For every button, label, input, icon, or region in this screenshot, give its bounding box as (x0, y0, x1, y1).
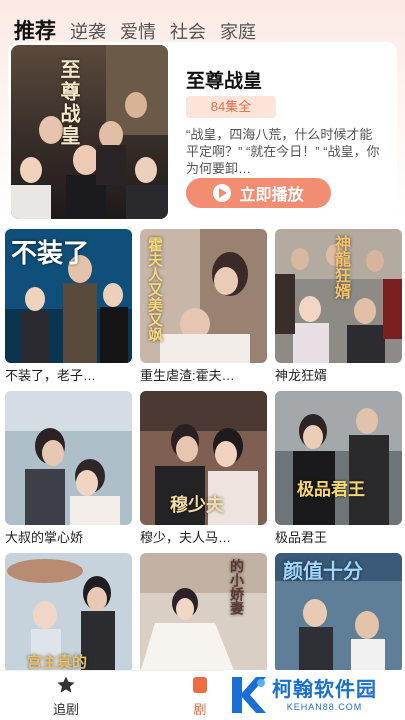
drama-title: 重生虐渣:霍夫… (140, 368, 235, 383)
watermark: 柯翰软件园 KEHAN88.COM (224, 670, 405, 720)
featured-poster-image (11, 45, 168, 219)
drama-card[interactable]: 大叔的掌心娇 (5, 391, 132, 547)
drama-poster[interactable]: 极品君王 (275, 391, 402, 525)
drama-title: 穆少，夫人马… (140, 530, 232, 545)
drama-poster[interactable]: 神龍狂婿 (275, 229, 402, 363)
watermark-url: KEHAN88.COM (286, 702, 363, 712)
drama-poster[interactable]: 穆少夫 (140, 391, 267, 525)
drama-poster-image (5, 391, 132, 525)
drama-poster-title: 极品君王 (297, 480, 365, 500)
featured-poster-title: 至尊战皇 (57, 59, 81, 147)
tab-comeback[interactable]: 逆袭 (70, 20, 106, 44)
tab-society[interactable]: 社会 (170, 20, 206, 44)
drama-poster[interactable]: 宫主真的 (5, 553, 132, 673)
nav-follow-label: 追剧 (52, 702, 79, 717)
watermark-name: 柯翰软件园 (272, 679, 377, 701)
drama-card[interactable]: 霍夫人又美又飒 重生虐渣:霍夫… (140, 229, 267, 385)
drama-poster-title: 霍夫人又美又飒 (146, 237, 164, 342)
nav-follow[interactable]: 追剧 (36, 675, 96, 718)
featured-description: “战皇，四海八荒，什么时候才能平定啊？” “就在今日！” “战皇，你为何要卸… (186, 127, 380, 176)
play-now-label: 立即播放 (239, 187, 304, 204)
nav-theater-label: 剧 (193, 702, 207, 717)
tab-romance[interactable]: 爱情 (120, 20, 156, 44)
play-now-button[interactable]: 立即播放 (186, 178, 331, 208)
featured-title: 至尊战皇 (186, 71, 263, 92)
drama-poster-title: 不装了 (11, 239, 90, 269)
drama-poster-title: 穆少夫 (170, 495, 224, 516)
nav-theater[interactable]: 剧 (170, 675, 230, 718)
star-icon (57, 676, 75, 693)
drama-poster[interactable] (5, 391, 132, 525)
drama-poster[interactable]: 颜值十分 (275, 553, 402, 673)
play-icon (213, 184, 232, 202)
featured-drama-card[interactable]: 至尊战皇 至尊战皇 84集全 “战皇，四海八荒，什么时候才能平定啊？” “就在今… (8, 42, 397, 222)
drama-poster-title: 的小娇妻 (228, 559, 244, 615)
drama-poster-title: 颜值十分 (283, 559, 363, 583)
drama-poster-image (140, 553, 267, 673)
drama-grid: 不装了 不装了，老子… 霍夫人又美又飒 重生虐渣:霍夫… 神龍狂婿 神龙狂婿 大… (5, 229, 402, 709)
tab-family[interactable]: 家庭 (220, 20, 256, 44)
kehan-logo-icon (232, 677, 266, 713)
drama-poster[interactable]: 霍夫人又美又飒 (140, 229, 267, 363)
featured-poster[interactable]: 至尊战皇 (11, 45, 168, 219)
theater-icon (193, 677, 207, 693)
drama-poster-title: 宫主真的 (27, 653, 88, 671)
drama-poster[interactable]: 的小娇妻 (140, 553, 267, 673)
drama-card[interactable]: 极品君王 极品君王 (275, 391, 402, 547)
drama-poster[interactable]: 不装了 (5, 229, 132, 363)
drama-title: 大叔的掌心娇 (5, 530, 84, 545)
episode-count-badge: 84集全 (186, 96, 276, 118)
drama-title: 极品君王 (275, 530, 328, 545)
drama-card[interactable]: 不装了 不装了，老子… (5, 229, 132, 385)
drama-poster-image (275, 391, 402, 525)
drama-title: 不装了，老子… (5, 368, 97, 383)
category-tabs: 推荐 逆袭 爱情 社会 家庭 (14, 10, 256, 50)
tab-recommend[interactable]: 推荐 (14, 20, 56, 50)
drama-title: 神龙狂婿 (275, 368, 328, 383)
drama-card[interactable]: 神龍狂婿 神龙狂婿 (275, 229, 402, 385)
drama-poster-title: 神龍狂婿 (332, 235, 351, 299)
drama-card[interactable]: 穆少夫 穆少，夫人马… (140, 391, 267, 547)
